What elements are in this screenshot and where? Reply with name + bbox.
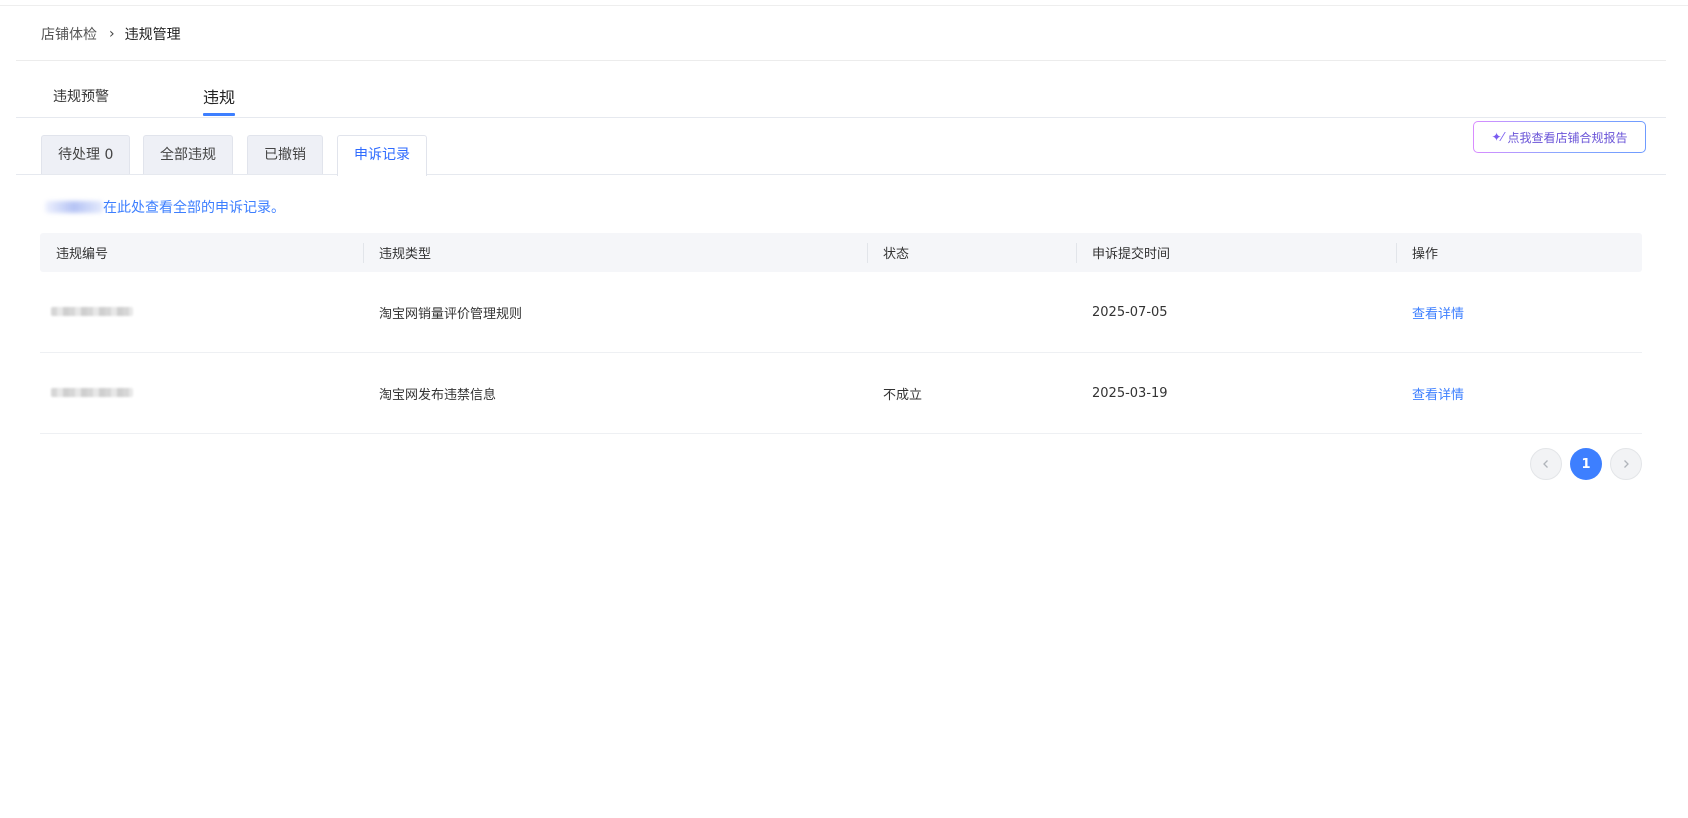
breadcrumb-parent[interactable]: 店铺体检 bbox=[41, 24, 97, 44]
main-tabs-divider bbox=[16, 117, 1666, 118]
breadcrumb-separator-icon: › bbox=[109, 26, 115, 42]
sparkle-wand-icon: ✦⁄ bbox=[1491, 130, 1504, 144]
subtab-all-violations[interactable]: 全部违规 bbox=[143, 135, 233, 174]
table-row: 淘宝网发布违禁信息 不成立 2025-03-19 查看详情 bbox=[40, 353, 1642, 434]
chevron-right-icon bbox=[1624, 460, 1629, 468]
sub-tabs-divider bbox=[16, 174, 1666, 175]
view-details-link[interactable]: 查看详情 bbox=[1412, 388, 1464, 403]
submit-time-cell: 2025-07-05 bbox=[1092, 304, 1168, 320]
column-header-violation-id: 违规编号 bbox=[56, 247, 109, 262]
notice-banner: 在此处查看全部的申诉记录。 bbox=[45, 197, 285, 217]
appeal-records-table: 违规编号 违规类型 状态 申诉提交时间 操作 淘宝网销量评价管理规则 2025-… bbox=[40, 233, 1642, 434]
top-divider bbox=[0, 5, 1688, 6]
column-header-submit-time: 申诉提交时间 bbox=[1076, 233, 1396, 272]
column-header-action: 操作 bbox=[1396, 233, 1642, 272]
action-cell: 查看详情 bbox=[1396, 303, 1642, 322]
violation-id-cell bbox=[40, 305, 363, 320]
chevron-left-icon bbox=[1543, 460, 1548, 468]
column-header-status: 状态 bbox=[867, 233, 1076, 272]
masked-violation-id bbox=[51, 306, 133, 316]
status-cell: 不成立 bbox=[883, 387, 923, 403]
subtab-appeal-records[interactable]: 申诉记录 bbox=[337, 135, 427, 176]
action-cell: 查看详情 bbox=[1396, 384, 1642, 403]
submit-time-cell: 2025-03-19 bbox=[1092, 385, 1168, 401]
page-1-button[interactable]: 1 bbox=[1570, 448, 1602, 480]
breadcrumb-divider bbox=[16, 60, 1666, 61]
compliance-report-label: 点我查看店铺合规报告 bbox=[1507, 130, 1628, 145]
view-details-link[interactable]: 查看详情 bbox=[1412, 307, 1464, 322]
page: 店铺体检 › 违规管理 违规预警 违规 待处理 0 全部违规 已撤销 申诉记录 … bbox=[0, 0, 1688, 818]
notice-text: 在此处查看全部的申诉记录。 bbox=[103, 200, 285, 216]
table-row: 淘宝网销量评价管理规则 2025-07-05 查看详情 bbox=[40, 272, 1642, 353]
breadcrumb-current: 违规管理 bbox=[124, 27, 181, 43]
main-tabs: 违规预警 违规 bbox=[16, 70, 1666, 118]
tab-violation-warning[interactable]: 违规预警 bbox=[53, 86, 109, 106]
subtab-revoked[interactable]: 已撤销 bbox=[247, 135, 323, 174]
blurred-text bbox=[45, 201, 103, 213]
violation-type-cell: 淘宝网发布违禁信息 bbox=[379, 387, 497, 403]
prev-page-button[interactable] bbox=[1530, 448, 1562, 480]
table-header: 违规编号 违规类型 状态 申诉提交时间 操作 bbox=[40, 233, 1642, 272]
column-header-violation-type: 违规类型 bbox=[363, 233, 867, 272]
pagination: 1 bbox=[1530, 448, 1642, 480]
breadcrumb: 店铺体检 › 违规管理 bbox=[41, 24, 181, 44]
violation-id-cell bbox=[40, 386, 363, 401]
next-page-button[interactable] bbox=[1610, 448, 1642, 480]
violation-type-cell: 淘宝网销量评价管理规则 bbox=[379, 306, 523, 322]
compliance-report-button[interactable]: ✦⁄ 点我查看店铺合规报告 bbox=[1473, 121, 1646, 153]
tab-violation[interactable]: 违规 bbox=[203, 84, 236, 116]
masked-violation-id bbox=[51, 387, 133, 397]
subtab-pending[interactable]: 待处理 0 bbox=[41, 135, 131, 174]
